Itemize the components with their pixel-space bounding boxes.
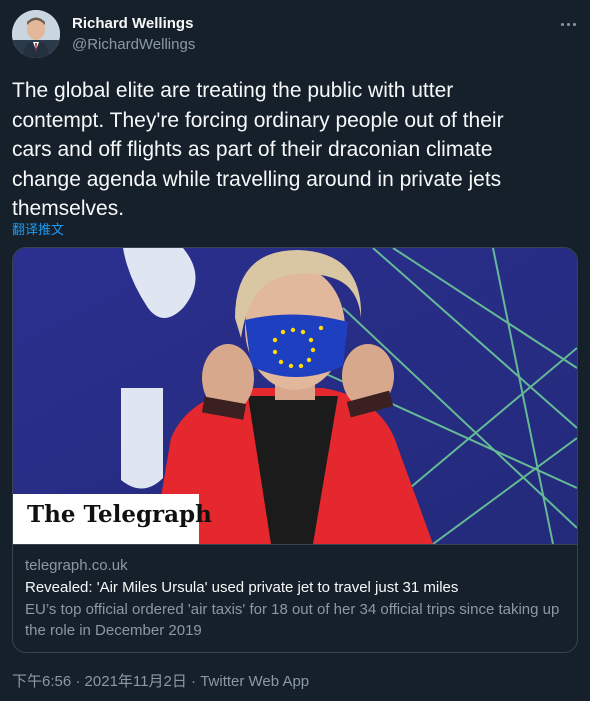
tweet: Richard Wellings @RichardWellings The gl… <box>0 0 590 701</box>
separator: · <box>191 673 197 690</box>
card-description: EU’s top official ordered 'air taxis' fo… <box>25 601 560 639</box>
tweet-date[interactable]: 2021年11月2日 <box>85 673 187 690</box>
translate-link[interactable]: 翻译推文 <box>12 219 64 238</box>
tweet-text: The global elite are treating the public… <box>12 79 504 220</box>
card-domain: telegraph.co.uk <box>25 557 128 574</box>
separator: · <box>75 673 81 690</box>
avatar-image <box>12 10 60 58</box>
author-name[interactable]: Richard Wellings <box>72 15 193 32</box>
card-meta: telegraph.co.uk Revealed: 'Air Miles Urs… <box>13 544 577 652</box>
more-horizontal-icon[interactable] <box>556 14 580 34</box>
card-image: The Telegraph <box>13 248 577 545</box>
telegraph-logo: The Telegraph <box>27 501 212 528</box>
source-app-link[interactable]: Twitter Web App <box>200 673 309 690</box>
avatar[interactable] <box>12 10 60 58</box>
card-headline: Revealed: 'Air Miles Ursula' used privat… <box>25 579 459 596</box>
tweet-footer: 下午6:56 · 2021年11月2日 · Twitter Web App <box>12 670 309 691</box>
link-card[interactable]: The Telegraph telegraph.co.uk Revealed: … <box>12 247 578 653</box>
author-handle[interactable]: @RichardWellings <box>72 36 195 53</box>
tweet-time[interactable]: 下午6:56 <box>12 673 71 690</box>
